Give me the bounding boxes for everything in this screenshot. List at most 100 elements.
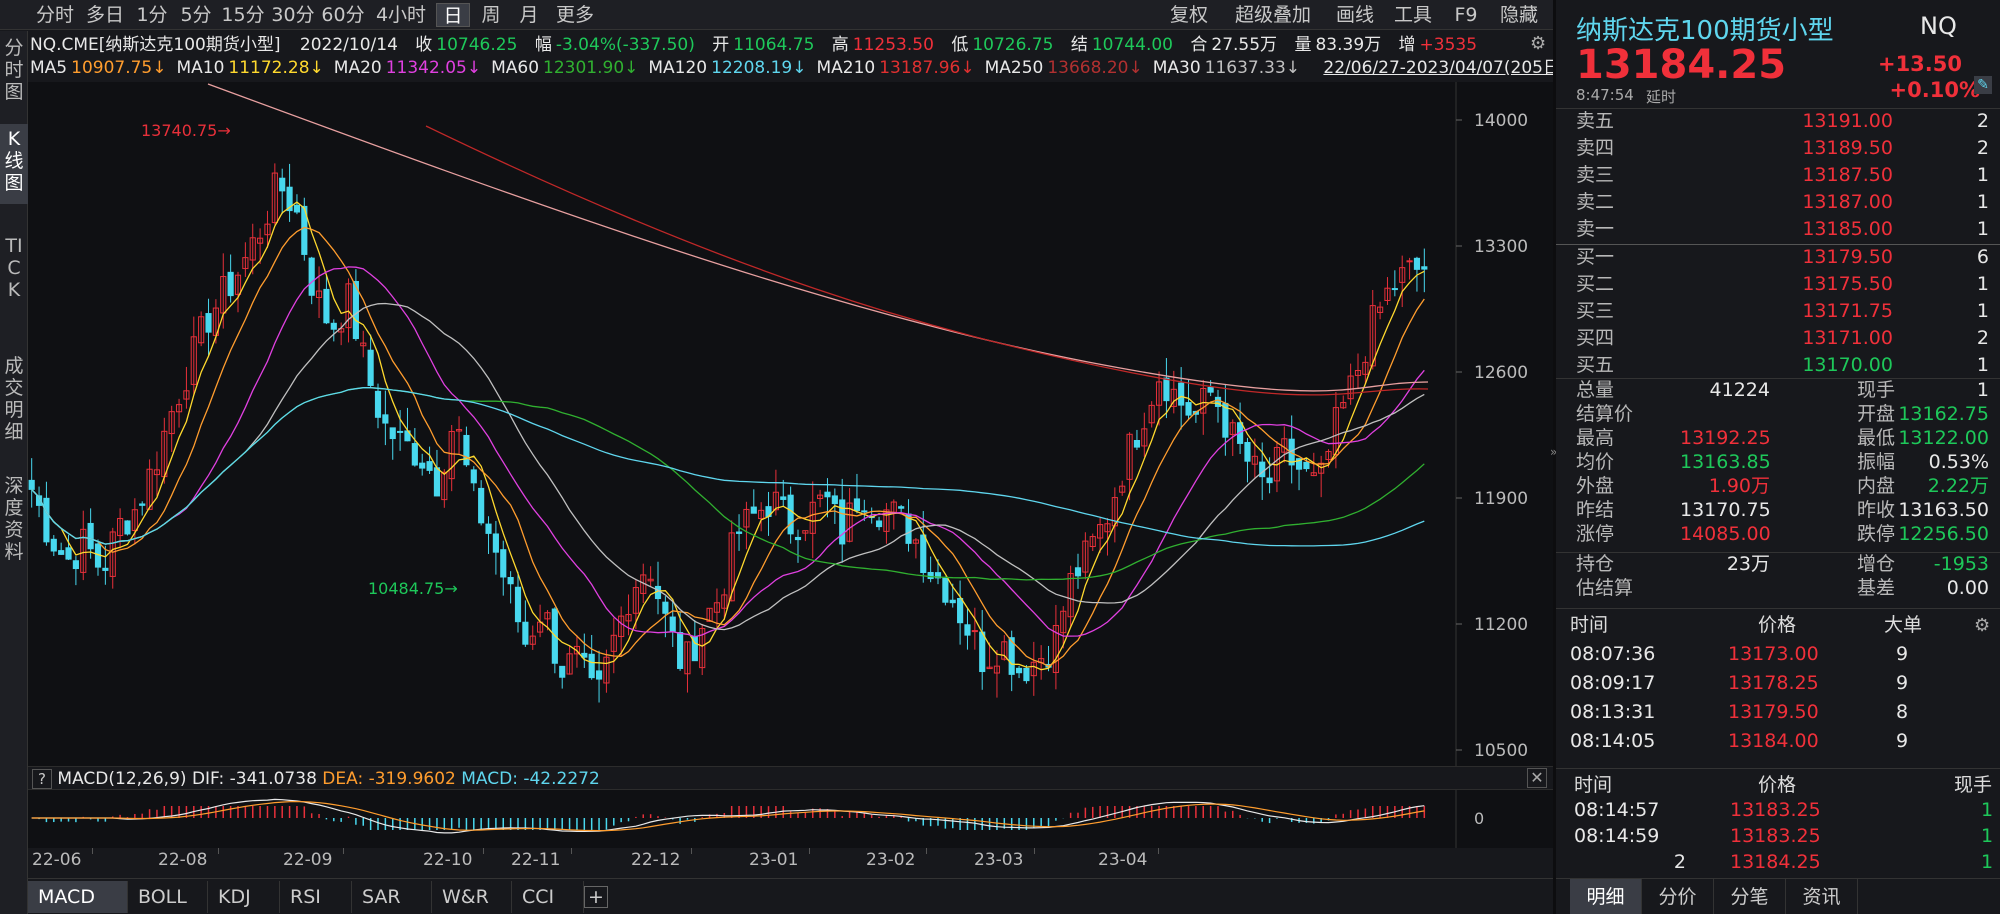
bid-row[interactable]: 买五 13170.00 1 xyxy=(1556,352,2000,379)
big-trades-header: 时间 价格 大单 ⚙ xyxy=(1556,612,2000,639)
settings-gear-icon[interactable]: ⚙ xyxy=(1974,612,1990,639)
macd-value: MACD: -42.2272 xyxy=(461,769,600,789)
left-tab-1[interactable]: K线图 xyxy=(0,124,28,204)
date-range[interactable]: 22/06/27-2023/04/07(205日) xyxy=(1323,58,1566,78)
indicator-tab-1[interactable]: BOLL xyxy=(128,881,208,913)
period-5[interactable]: 30分 xyxy=(270,3,316,27)
period-6[interactable]: 60分 xyxy=(320,3,366,27)
stat-row: 均价 13163.85 振幅 0.53% xyxy=(1556,450,2000,474)
date-tick-mark xyxy=(571,848,572,854)
trade-volume: 9 xyxy=(1896,643,1909,665)
tool-5[interactable]: 隐藏 xyxy=(1496,3,1542,27)
bid-row[interactable]: 买一 13179.50 6 xyxy=(1556,244,2000,271)
ask-price: 13185.00 xyxy=(1802,218,1893,240)
tick-volume: 1 xyxy=(1981,851,1994,873)
trade-price: 13184.00 xyxy=(1728,730,1819,752)
indicator-tab-2[interactable]: KDJ xyxy=(208,881,280,913)
ma-legend-line: MA5 10907.75↓ MA10 11172.28↓ MA20 11342.05↓ MA… xyxy=(30,56,1624,80)
candle-body xyxy=(898,506,905,509)
delay-label: 延时 xyxy=(1646,88,1677,106)
candle-body xyxy=(1266,477,1273,484)
indicator-tab-0[interactable]: MACD xyxy=(28,881,128,913)
tool-3[interactable]: 工具 xyxy=(1390,3,1436,27)
tool-2[interactable]: 画线 xyxy=(1332,3,1378,27)
macd-header: ? MACD(12,26,9) DIF: -341.0738 DEA: -319… xyxy=(28,766,1553,790)
left-tab-2[interactable]: TICK xyxy=(0,231,28,331)
right-tab-0[interactable]: 明细 xyxy=(1570,879,1642,914)
col-big: 大单 xyxy=(1884,614,1923,636)
right-tab-2[interactable]: 分笔 xyxy=(1714,879,1786,914)
left-tab-0[interactable]: 分时图 xyxy=(0,33,28,111)
high-annotation: 13740.75→ xyxy=(141,121,231,140)
period-8[interactable]: 日 xyxy=(436,3,470,27)
date-tick: 23-03 xyxy=(974,850,1024,870)
period-2[interactable]: 1分 xyxy=(132,3,172,27)
period-7[interactable]: 4小时 xyxy=(370,3,432,27)
bid-row[interactable]: 买二 13175.50 1 xyxy=(1556,271,2000,298)
bid-price: 13179.50 xyxy=(1802,246,1893,268)
date-tick: 23-01 xyxy=(749,850,799,870)
candle-body xyxy=(942,577,949,603)
period-9[interactable]: 周 xyxy=(474,3,508,27)
ask-row[interactable]: 卖四 13189.50 2 xyxy=(1556,135,2000,162)
period-11[interactable]: 更多 xyxy=(550,3,600,27)
kline-chart[interactable]: 14000 13300 12600 11900 11200 10500 13740.75→ 1… xyxy=(28,82,1553,766)
tool-1[interactable]: 超级叠加 xyxy=(1226,3,1320,27)
price-change-pct: +0.10% xyxy=(1889,78,1980,102)
close-panel-icon[interactable]: ✕ xyxy=(1527,768,1547,788)
big-trade-row[interactable]: 08:09:17 13178.25 9 xyxy=(1556,670,2000,697)
ask-row[interactable]: 卖五 13191.00 2 xyxy=(1556,108,2000,135)
macd-dif: DIF: -341.0738 xyxy=(191,769,317,789)
period-3[interactable]: 5分 xyxy=(176,3,216,27)
settings-gear-icon[interactable]: ⚙ xyxy=(1530,33,1546,54)
period-4[interactable]: 15分 xyxy=(220,3,266,27)
bid-row[interactable]: 买四 13171.00 2 xyxy=(1556,325,2000,352)
ask-row[interactable]: 卖三 13187.50 1 xyxy=(1556,162,2000,189)
candle-body xyxy=(1413,257,1421,270)
left-tab-4[interactable]: 深度资料 xyxy=(0,471,28,563)
macd-chart[interactable]: 0 xyxy=(28,790,1553,848)
trade-time: 08:13:31 xyxy=(1570,701,1656,723)
big-trade-row[interactable]: 08:14:05 13184.00 9 xyxy=(1556,728,2000,755)
period-0[interactable]: 分时 xyxy=(32,3,78,27)
stat-row: 昨结 13170.75 昨收 13163.50 xyxy=(1556,498,2000,522)
ask-row[interactable]: 卖一 13185.00 1 xyxy=(1556,216,2000,243)
indicator-tab-6[interactable]: CCI xyxy=(512,881,584,913)
add-indicator-button[interactable]: + xyxy=(584,886,608,908)
candle-body xyxy=(374,390,382,418)
candle-body xyxy=(1391,288,1398,291)
stat-value: 13170.75 xyxy=(1680,499,1771,521)
indicator-tab-5[interactable]: W&R xyxy=(432,881,512,913)
tick-row[interactable]: 2 13184.25 1 xyxy=(1556,849,2000,875)
ma-name: MA10 xyxy=(176,58,225,78)
bid-row[interactable]: 买三 13171.75 1 xyxy=(1556,298,2000,325)
period-1[interactable]: 多日 xyxy=(82,3,128,27)
period-10[interactable]: 月 xyxy=(512,3,546,27)
big-trade-row[interactable]: 08:07:36 13173.00 9 xyxy=(1556,641,2000,668)
tool-4[interactable]: F9 xyxy=(1448,3,1484,27)
tick-row[interactable]: 08:14:57 13183.25 1 xyxy=(1556,797,2000,823)
candle-body xyxy=(669,616,676,632)
low-annotation: 10484.75→ xyxy=(368,579,458,598)
indicator-tab-4[interactable]: SAR xyxy=(352,881,432,913)
candle-body xyxy=(124,520,131,535)
right-tab-3[interactable]: 资讯 xyxy=(1786,879,1858,914)
candle-body xyxy=(750,506,757,514)
left-tab-3[interactable]: 成交明细 xyxy=(0,351,28,451)
symbol-name[interactable]: NQ.CME[纳斯达克100期货小型] xyxy=(30,35,281,55)
candle-body xyxy=(1421,266,1428,270)
bid-label: 买二 xyxy=(1576,273,1615,295)
right-tab-1[interactable]: 分价 xyxy=(1642,879,1714,914)
ma-value: 10907.75↓ xyxy=(71,58,167,78)
bid-volume: 6 xyxy=(1976,246,1989,268)
date-tick-mark xyxy=(343,848,344,854)
indicator-tab-3[interactable]: RSI xyxy=(280,881,352,913)
inc-label: 增 xyxy=(1398,35,1416,55)
ask-row[interactable]: 卖二 13187.00 1 xyxy=(1556,189,2000,216)
ma-value: 11637.33↓ xyxy=(1204,58,1300,78)
tick-row[interactable]: 08:14:59 13183.25 1 xyxy=(1556,823,2000,849)
tool-0[interactable]: 复权 xyxy=(1164,3,1214,27)
help-icon[interactable]: ? xyxy=(32,769,52,789)
big-trade-row[interactable]: 08:13:31 13179.50 8 xyxy=(1556,699,2000,726)
edit-icon[interactable]: ✎ xyxy=(1974,76,1992,94)
